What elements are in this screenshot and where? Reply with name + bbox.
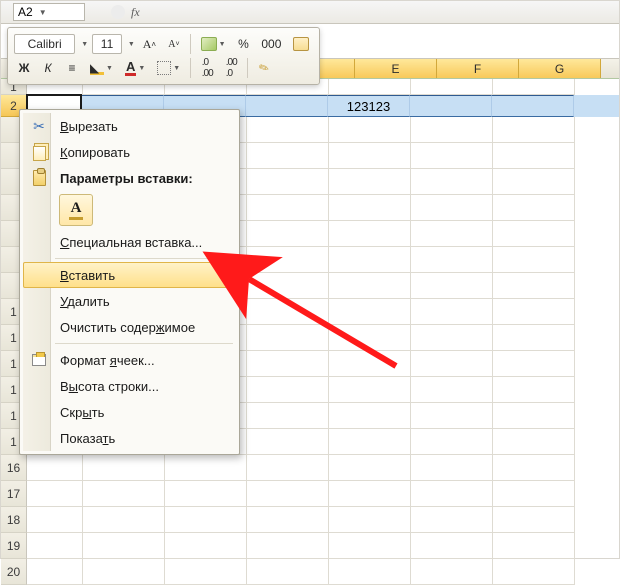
cancel-icon[interactable] — [111, 5, 125, 19]
menu-clear-contents[interactable]: Очистить содержимое — [23, 314, 236, 340]
menu-cut[interactable]: ✂ Вырезать — [23, 113, 236, 139]
menu-divider — [55, 258, 233, 259]
cell-value[interactable]: 123123 — [328, 95, 410, 117]
format-painter-icon[interactable]: ✎ — [254, 57, 274, 79]
row-header[interactable]: 16 — [1, 455, 27, 481]
chevron-down-icon[interactable]: ▼ — [128, 41, 135, 48]
bold-button[interactable]: Ж — [14, 57, 34, 79]
column-header-f[interactable]: F — [437, 59, 519, 78]
align-button[interactable]: ≡ — [62, 57, 82, 79]
menu-label: Высота строки... — [60, 379, 159, 394]
italic-button[interactable]: К — [38, 57, 58, 79]
font-size-box[interactable]: 11 — [92, 34, 122, 54]
column-header-e[interactable]: E — [355, 59, 437, 78]
menu-show[interactable]: Показать — [23, 425, 236, 451]
increase-font-icon[interactable]: A˄ — [139, 33, 160, 55]
menu-label: Очистить содержимое — [60, 320, 195, 335]
menu-row-height[interactable]: Высота строки... — [23, 373, 236, 399]
fx-icon[interactable]: fx — [131, 5, 140, 20]
conditional-format-icon[interactable] — [289, 33, 313, 55]
font-color-button[interactable]: A▼ — [121, 57, 149, 79]
fill-color-button[interactable]: ◣▼ — [86, 57, 117, 79]
paste-a-icon: A — [69, 200, 84, 220]
font-name-box[interactable]: Calibri — [14, 34, 75, 54]
menu-label: Формат ячеек... — [60, 353, 155, 368]
menu-label: Вставить — [60, 268, 115, 283]
menu-label: Показать — [60, 431, 115, 446]
mini-toolbar: Calibri ▼ 11 ▼ A˄ A˅ ▼ % 000 Ж К ≡ ◣▼ A▼… — [7, 27, 320, 85]
row-header[interactable]: 18 — [1, 507, 27, 533]
menu-label: Параметры вставки: — [60, 171, 193, 186]
paste-option-values[interactable]: A — [59, 194, 93, 226]
context-menu: ✂ Вырезать Копировать Параметры вставки:… — [19, 109, 240, 455]
row-header[interactable]: 17 — [1, 481, 27, 507]
increase-decimal-button[interactable]: .0.00 — [197, 57, 217, 79]
borders-button[interactable]: ▼ — [153, 57, 184, 79]
menu-divider — [55, 343, 233, 344]
menu-delete[interactable]: Удалить — [23, 288, 236, 314]
menu-paste-options-header: Параметры вставки: — [23, 165, 236, 191]
row-header[interactable]: 20 — [1, 559, 27, 585]
excel-window: A2 ▼ fx E F G 1 2 12312 — [0, 0, 620, 559]
decrease-decimal-button[interactable]: .00.0 — [221, 57, 241, 79]
menu-label: Специальная вставка... — [60, 235, 202, 250]
menu-format-cells[interactable]: Формат ячеек... — [23, 347, 236, 373]
row-header[interactable]: 19 — [1, 533, 27, 559]
decrease-font-icon[interactable]: A˅ — [164, 33, 184, 55]
menu-insert[interactable]: Вставить — [23, 262, 236, 288]
format-cells-icon — [30, 351, 48, 369]
chevron-down-icon[interactable]: ▼ — [33, 8, 47, 17]
menu-label: Удалить — [60, 294, 110, 309]
formula-controls: fx — [111, 5, 140, 20]
percent-format-button[interactable]: % — [234, 33, 254, 55]
clipboard-icon — [30, 169, 48, 187]
name-box[interactable]: A2 ▼ — [13, 3, 85, 21]
menu-copy[interactable]: Копировать — [23, 139, 236, 165]
scissors-icon: ✂ — [30, 117, 48, 135]
menu-label: Копировать — [60, 145, 130, 160]
menu-label: Вырезать — [60, 119, 118, 134]
menu-paste-special[interactable]: Специальная вставка... — [23, 229, 236, 255]
formula-bar: A2 ▼ fx — [1, 1, 619, 24]
copy-icon — [30, 143, 48, 161]
menu-hide[interactable]: Скрыть — [23, 399, 236, 425]
column-header-g[interactable]: G — [519, 59, 601, 78]
menu-label: Скрыть — [60, 405, 104, 420]
chevron-down-icon[interactable]: ▼ — [81, 41, 88, 48]
comma-format-button[interactable]: 000 — [258, 33, 286, 55]
name-box-value: A2 — [18, 5, 33, 19]
accounting-format-icon[interactable]: ▼ — [197, 33, 230, 55]
